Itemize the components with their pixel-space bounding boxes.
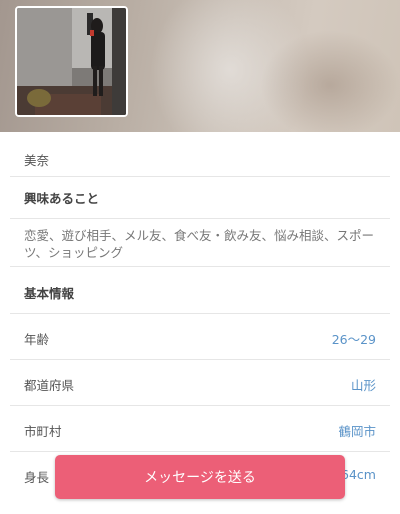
info-value: 64cm (341, 467, 376, 482)
interests-text: 恋愛、遊び相手、メル友、食べ友・飲み友、悩み相談、スポーツ、ショッピング (24, 228, 375, 260)
send-message-label: メッセージを送る (144, 470, 256, 486)
info-value: 鶴岡市 (338, 424, 376, 439)
divider (10, 405, 390, 406)
divider (10, 218, 390, 219)
divider (10, 359, 390, 360)
divider (10, 176, 390, 177)
info-value: 山形 (350, 378, 376, 393)
info-label: 都道府県 (24, 378, 75, 393)
basic-info-heading: 基本情報 (24, 286, 75, 301)
profile-name: 美奈 (24, 153, 50, 168)
divider (10, 451, 390, 452)
info-value: 26～29 (331, 332, 376, 347)
send-message-button[interactable]: メッセージを送る (55, 455, 345, 499)
profile-photo[interactable] (15, 6, 128, 117)
header-background-blur (260, 30, 400, 132)
info-label: 市町村 (24, 424, 62, 439)
interests-heading: 興味あること (24, 191, 100, 206)
divider (10, 313, 390, 314)
info-label: 年齢 (24, 332, 50, 347)
info-label: 身長 (24, 470, 50, 485)
divider (10, 266, 390, 267)
